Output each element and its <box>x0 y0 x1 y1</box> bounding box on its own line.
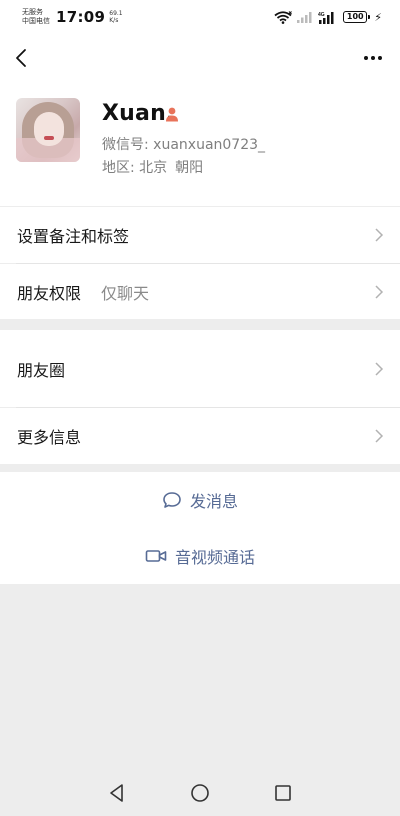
chevron-right-icon <box>374 361 384 377</box>
row-more-info-label: 更多信息 <box>17 428 82 447</box>
row-friend-permissions[interactable]: 朋友权限 仅聊天 <box>0 264 400 319</box>
system-home-icon[interactable] <box>189 782 211 804</box>
wechat-id: 微信号: xuanxuan0723_ <box>102 134 265 154</box>
signal-4g-icon: 4G <box>318 11 338 24</box>
wifi-icon <box>274 10 293 24</box>
carrier-name: 中国电信 <box>22 17 50 25</box>
status-bar: 无服务 中国电信 17:09 69.1 K/s 4G 100 ⚡ <box>0 0 400 34</box>
network-speed-unit: K/s <box>109 17 119 24</box>
audio-video-call-label: 音视频通话 <box>174 548 255 567</box>
battery-icon: 100 <box>343 11 371 23</box>
video-camera-icon <box>145 550 167 562</box>
more-options-icon[interactable] <box>360 48 388 68</box>
send-message-button[interactable]: 发消息 <box>0 472 400 528</box>
carrier-info: 无服务 中国电信 <box>22 8 50 26</box>
network-speed-value: 69.1 <box>109 10 123 17</box>
network-type-label: 4G <box>318 12 325 18</box>
row-permissions-value: 仅聊天 <box>101 283 150 303</box>
region-district: 朝阳 <box>175 160 204 176</box>
chevron-right-icon <box>374 284 384 300</box>
chevron-right-icon <box>374 428 384 444</box>
wechat-id-value: xuanxuan0723_ <box>153 137 266 153</box>
back-icon[interactable] <box>10 44 38 72</box>
row-more-info[interactable]: 更多信息 <box>0 408 400 464</box>
region-city: 北京 <box>139 160 168 176</box>
audio-video-call-button[interactable]: 音视频通话 <box>0 528 400 584</box>
system-recents-icon[interactable] <box>272 782 294 804</box>
chat-bubble-icon <box>163 492 181 508</box>
signal-empty-icon <box>297 11 313 23</box>
region: 地区: 北京 朝阳 <box>102 157 203 177</box>
row-permissions-label: 朋友权限 <box>17 283 82 303</box>
system-back-icon[interactable] <box>106 782 128 804</box>
status-time: 17:09 <box>56 8 106 26</box>
row-moments-label: 朋友圈 <box>17 360 66 380</box>
row-remark-tags[interactable]: 设置备注和标签 <box>0 207 400 263</box>
avatar[interactable] <box>16 98 80 162</box>
profile-card: Xuan. 微信号: xuanxuan0723_ 地区: 北京 朝阳 <box>0 82 400 206</box>
send-message-label: 发消息 <box>189 492 238 511</box>
region-label: 地区: <box>102 160 135 176</box>
action-panel: 发消息 音视频通话 <box>0 472 400 584</box>
charging-bolt-icon: ⚡ <box>374 10 382 24</box>
female-person-icon <box>164 106 180 122</box>
chevron-right-icon <box>374 227 384 243</box>
battery-level: 100 <box>346 12 364 21</box>
carrier-status: 无服务 <box>22 8 43 16</box>
row-remark-tags-label: 设置备注和标签 <box>17 227 130 246</box>
row-moments[interactable]: 朋友圈 <box>0 330 400 407</box>
system-nav-bar <box>0 768 400 816</box>
network-speed: 69.1 K/s <box>109 10 122 24</box>
nav-bar <box>0 34 400 82</box>
wechat-id-label: 微信号: <box>102 137 149 153</box>
